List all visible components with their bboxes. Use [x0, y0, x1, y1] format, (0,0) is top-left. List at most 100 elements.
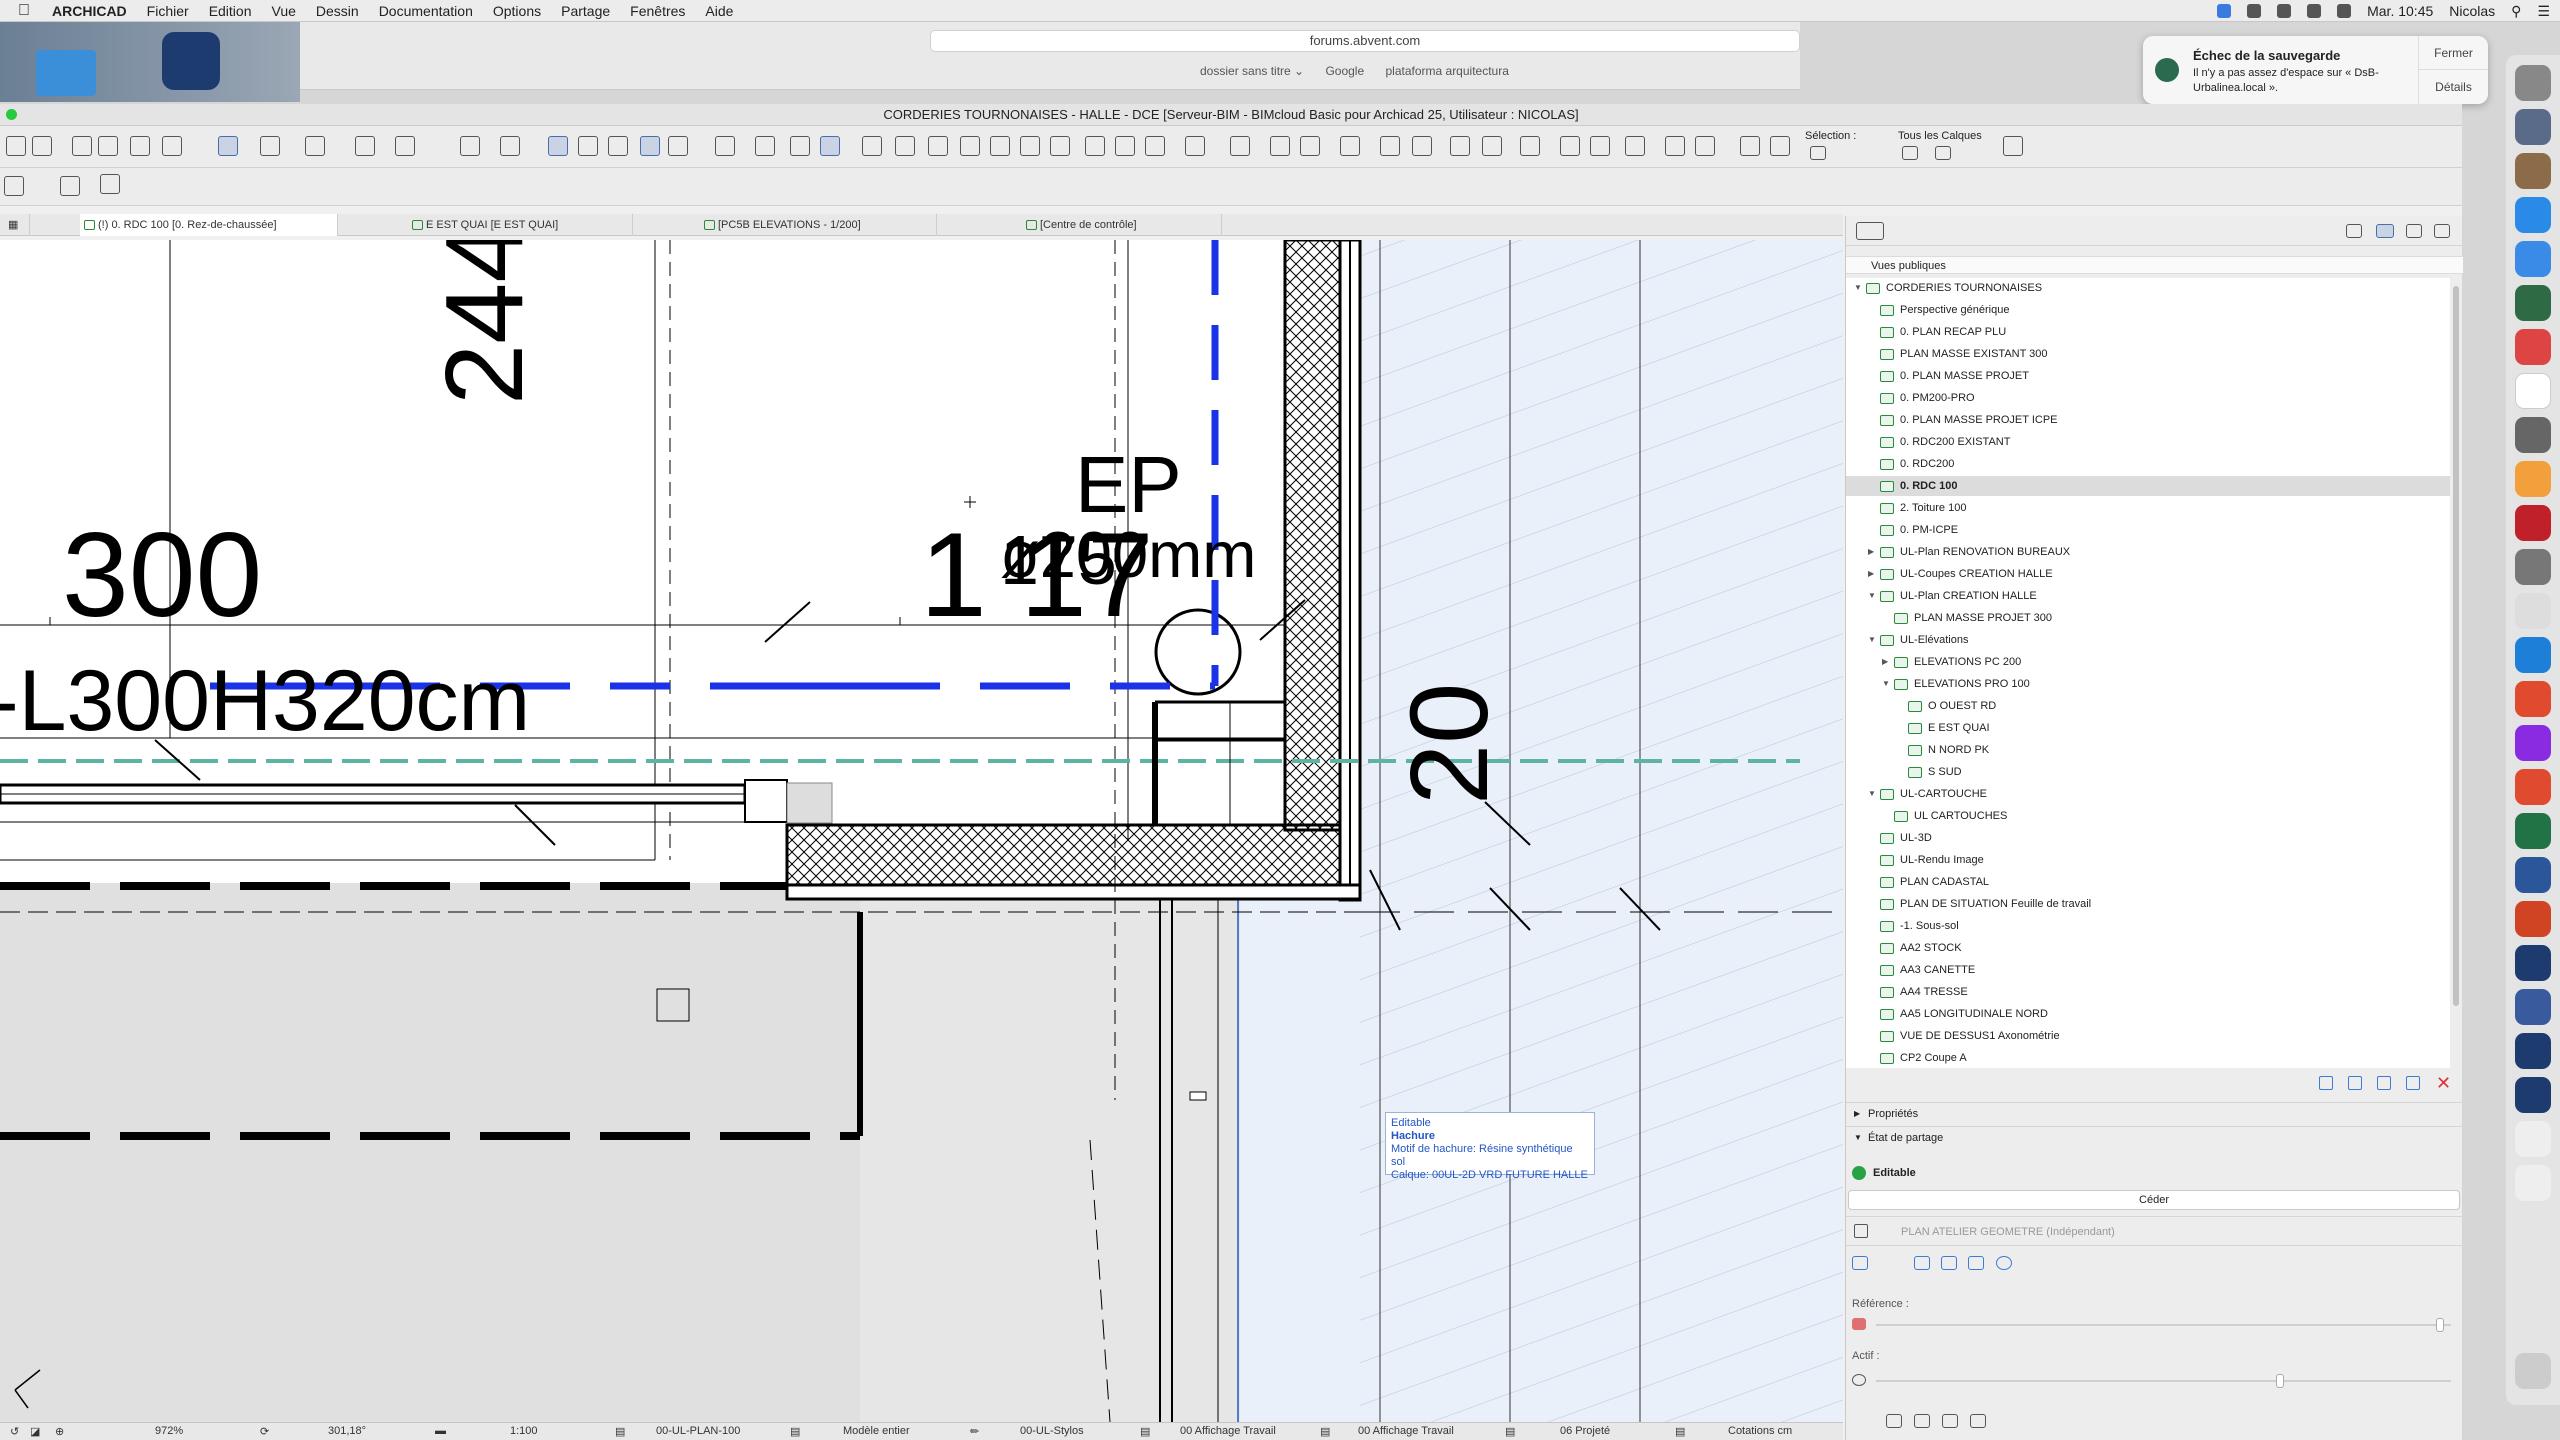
chevron-right-icon[interactable]: ▶ [1882, 652, 1888, 672]
safari-url-field[interactable]: forums.abvent.com [930, 30, 1800, 52]
scale-icon[interactable]: ▬ [435, 1425, 446, 1437]
tree-item[interactable]: 0. PLAN MASSE PROJET ICPE [1846, 410, 2450, 430]
active-opacity-slider[interactable] [1876, 1374, 2451, 1388]
tree-item[interactable]: 0. RDC200 [1846, 454, 2450, 474]
menu-vue[interactable]: Vue [272, 3, 296, 19]
time-machine-dock-icon[interactable] [2515, 109, 2551, 145]
tree-item[interactable]: N NORD PK [1846, 740, 2450, 760]
tree-item[interactable]: ▶ ELEVATIONS PC 200 [1846, 652, 2450, 672]
snap-points-icon[interactable] [305, 136, 325, 156]
tree-item[interactable]: UL-Rendu Image [1846, 850, 2450, 870]
tree-item[interactable]: 0. RDC 100 [1846, 476, 2450, 496]
tree-item[interactable]: PLAN DE SITUATION Feuille de travail [1846, 894, 2450, 914]
layer-combination[interactable]: 00-UL-PLAN-100 [656, 1425, 740, 1437]
bluetooth-icon[interactable] [2277, 4, 2292, 18]
archicad-app-icon[interactable] [162, 32, 220, 90]
calendar-icon[interactable] [2515, 373, 2551, 409]
acrobat-icon[interactable] [2515, 505, 2551, 541]
dimension-icon[interactable]: ▤ [1675, 1425, 1685, 1438]
trace-bottom-icon-3[interactable] [1942, 1414, 1958, 1428]
tree-item[interactable]: 2. Toiture 100 [1846, 498, 2450, 518]
trace-bottom-icon-2[interactable] [1914, 1414, 1930, 1428]
menu-partage[interactable]: Partage [561, 3, 610, 19]
eyedropper-icon[interactable] [162, 136, 182, 156]
trace-bottom-icon-1[interactable] [1886, 1414, 1902, 1428]
trace-reference-dropdown[interactable]: PLAN ATELIER GEOMETRE (Indépendant) [1846, 1216, 2463, 1246]
trash-icon[interactable] [2515, 1353, 2551, 1389]
tree-item[interactable]: O OUEST RD [1846, 696, 2450, 716]
tree-item[interactable]: 0. PM200-PRO [1846, 388, 2450, 408]
arrow-tool-icon[interactable] [100, 174, 120, 194]
tree-item[interactable]: 0. PLAN MASSE PROJET [1846, 366, 2450, 386]
cloud-send-icon[interactable] [1695, 136, 1715, 156]
publish-icon[interactable] [1230, 136, 1250, 156]
pen-icon[interactable] [130, 136, 150, 156]
screenshot-icon[interactable] [2515, 417, 2551, 453]
id-icon[interactable] [1340, 136, 1360, 156]
menubar-clock[interactable]: Mar. 10:45 [2367, 3, 2433, 19]
menu-fenetres[interactable]: Fenêtres [630, 3, 685, 19]
chevron-down-icon[interactable]: ▼ [1854, 278, 1862, 298]
floor-plan-canvas[interactable]: 244 300 1 17 175 EP ø200mm -L300H320cm 2… [0, 240, 1843, 1422]
layout-book-icon[interactable] [2406, 224, 2422, 238]
guide-line-icon[interactable] [218, 136, 238, 156]
tree-item[interactable]: ▼ CORDERIES TOURNONAISES [1846, 278, 2450, 298]
polygon-icon[interactable] [715, 136, 735, 156]
mep-icon[interactable] [1185, 136, 1205, 156]
inject-icon[interactable] [98, 136, 118, 156]
control-center-icon[interactable]: ☰ [2537, 3, 2550, 20]
3d-window-icon[interactable] [668, 136, 688, 156]
chrome-icon-2[interactable] [2515, 769, 2551, 805]
find-icon[interactable] [1300, 136, 1320, 156]
view-settings-icon[interactable] [1740, 136, 1760, 156]
photos-icon[interactable] [2515, 461, 2551, 497]
marquee-icon[interactable] [4, 176, 24, 196]
intersect-icon[interactable] [960, 136, 980, 156]
system-prefs-icon[interactable] [2515, 65, 2551, 101]
notification-close-button[interactable]: Fermer [2419, 36, 2488, 70]
graphic-override-icon[interactable]: ▤ [1320, 1425, 1330, 1438]
tree-item[interactable]: PLAN MASSE PROJET 300 [1846, 608, 2450, 628]
close-trace-icon[interactable] [608, 136, 628, 156]
tree-item[interactable]: ▼ UL-Elévations [1846, 630, 2450, 650]
model-icon[interactable]: ▤ [790, 1425, 800, 1438]
tree-item[interactable]: ▼ UL-CARTOUCHE [1846, 784, 2450, 804]
pen-set-icon[interactable]: ✏ [970, 1425, 979, 1438]
time-machine-icon-2[interactable] [2515, 285, 2551, 321]
refresh-icon[interactable] [2003, 136, 2023, 156]
new-view-icon[interactable] [2319, 1076, 2333, 1090]
window-zoom-button[interactable] [6, 109, 17, 120]
slider-knob[interactable] [2436, 1318, 2444, 1332]
dimension-standard[interactable]: Cotations cm [1728, 1425, 1792, 1437]
pen-set[interactable]: 00-UL-Stylos [1020, 1425, 1084, 1437]
zoom-in-icon[interactable]: ⊕ [55, 1425, 64, 1438]
menu-app-name[interactable]: ARCHICAD [52, 3, 127, 19]
trace-icon[interactable] [1854, 1224, 1868, 1238]
chevron-down-icon[interactable]: ▼ [1882, 674, 1890, 694]
tree-item[interactable]: CP2 Coupe A [1846, 1048, 2450, 1068]
release-button[interactable]: Céder [1848, 1190, 2460, 1210]
notification-details-button[interactable]: Détails [2419, 70, 2488, 104]
graphic-override-icon[interactable] [1625, 136, 1645, 156]
tree-item[interactable]: S SUD [1846, 762, 2450, 782]
sharing-section[interactable]: ▼ État de partage [1846, 1126, 2463, 1148]
podcasts-icon[interactable] [2515, 725, 2551, 761]
tree-scrollbar[interactable] [2453, 286, 2459, 1006]
contacts-icon[interactable] [2515, 549, 2551, 585]
renovation-filter[interactable]: 06 Projeté [1560, 1425, 1610, 1437]
folder-icon[interactable] [36, 50, 96, 96]
undo-zoom-icon[interactable]: ↺ [10, 1425, 19, 1438]
tree-item[interactable]: AA3 CANETTE [1846, 960, 2450, 980]
tree-item[interactable]: ▶ UL-Coupes CREATION HALLE [1846, 564, 2450, 584]
split-icon[interactable] [895, 136, 915, 156]
info-icon[interactable] [1270, 136, 1290, 156]
slider-knob[interactable] [2276, 1374, 2284, 1388]
roof-icon[interactable] [1050, 136, 1070, 156]
grid-icon[interactable] [355, 136, 375, 156]
tree-item[interactable]: AA4 TRESSE [1846, 982, 2450, 1002]
status-app-icon[interactable] [2217, 4, 2232, 18]
tab-centre-controle[interactable]: [Centre de contrôle] [1022, 214, 1222, 236]
teamviewer-icon[interactable] [2515, 637, 2551, 673]
spotlight-icon[interactable]: ⚲ [2511, 3, 2521, 20]
tab-e-est-quai[interactable]: E EST QUAI [E EST QUAI] [408, 214, 633, 236]
